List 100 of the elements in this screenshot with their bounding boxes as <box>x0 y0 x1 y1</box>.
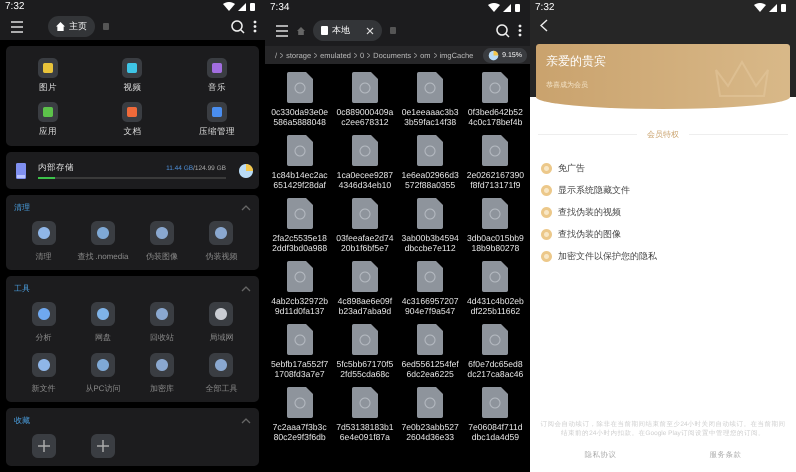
more-icon[interactable] <box>518 24 522 37</box>
status-icons <box>488 2 522 12</box>
file-item[interactable]: 03feeafae2d7420b1f6bf5e7 <box>332 198 398 254</box>
file-item[interactable]: 1c84b14ec2ac651429f28daf <box>267 135 332 191</box>
unknown-file-icon <box>417 261 444 292</box>
file-item[interactable]: 1e6ea02966d3572f88a0355 <box>398 135 463 191</box>
local-tab[interactable]: 本地 <box>313 20 382 41</box>
file-item[interactable]: 4c898ae6e09fb23ad7aba9d <box>332 261 398 317</box>
category-icon <box>206 58 227 78</box>
tool-item[interactable]: 分析 <box>32 302 56 343</box>
tool-icon <box>90 353 115 377</box>
category-item[interactable]: 应用 <box>6 102 90 138</box>
file-item[interactable]: 4ab2cb32972b9d11d0fa137 <box>267 261 332 317</box>
file-item[interactable]: 0e1eeaaac3b33b59fac14f38 <box>398 72 463 128</box>
search-icon[interactable] <box>496 24 510 38</box>
tool-item[interactable]: 查找 .nomedia <box>77 221 128 262</box>
file-item[interactable]: 7e0b23abb5272604d36e33 <box>398 387 463 443</box>
tool-icon <box>32 302 56 326</box>
menu-icon[interactable] <box>10 20 24 33</box>
tool-item[interactable]: 伪装图像 <box>146 221 178 262</box>
category-item[interactable]: 文档 <box>90 102 175 138</box>
file-item[interactable]: 3ab00b3b4594dbccbe7e112 <box>398 198 463 254</box>
tool-item[interactable]: 回收站 <box>150 302 174 343</box>
tool-item[interactable]: 清理 <box>32 221 56 262</box>
section-title: 收藏 <box>14 415 30 426</box>
storage-icon <box>321 26 328 35</box>
home-icon[interactable] <box>297 26 305 34</box>
tool-item[interactable]: 新文件 <box>32 353 56 394</box>
file-item[interactable]: 5fc5bb67170f52fd55cda68c <box>332 324 398 380</box>
file-item[interactable]: 5ebfb17a552f71708fd3a7e7 <box>267 324 332 380</box>
unknown-file-icon <box>352 324 378 355</box>
tool-icon <box>150 353 174 377</box>
category-icon <box>38 102 58 122</box>
category-item[interactable]: 视频 <box>90 58 175 94</box>
tool-icon <box>32 221 56 245</box>
file-item[interactable]: 7e06084f711ddbc1da4d59 <box>462 387 528 443</box>
collapse-icon[interactable] <box>241 286 251 292</box>
tool-item[interactable]: 网盘 <box>90 302 115 343</box>
file-item[interactable]: 2fa2c5535e182ddf3bd0a988 <box>267 198 332 254</box>
tool-item[interactable]: 加密库 <box>150 353 174 394</box>
back-icon[interactable] <box>540 19 548 32</box>
unknown-file-icon <box>482 387 508 418</box>
file-item[interactable]: 4c3166957207904e7f9a547 <box>398 261 463 317</box>
tool-item[interactable]: 伪装视频 <box>205 221 238 262</box>
status-time: 7:34 <box>270 2 290 13</box>
chevron-icon <box>434 52 437 58</box>
unknown-file-icon <box>482 324 508 355</box>
collapse-icon[interactable] <box>241 204 251 210</box>
file-item[interactable]: 6f0e7dc65ed8dc217ca8ac46 <box>462 324 528 380</box>
unknown-file-icon <box>417 72 444 103</box>
unknown-file-icon <box>482 198 508 229</box>
unknown-file-icon <box>286 72 313 103</box>
file-item[interactable]: 0f3bed642b524c0c178bef4b <box>462 72 528 128</box>
status-time: 7:32 <box>535 2 554 13</box>
tool-icon <box>90 221 115 245</box>
tool-item[interactable]: 局域网 <box>209 302 234 343</box>
search-icon[interactable] <box>231 20 245 34</box>
collapse-icon[interactable] <box>241 418 251 424</box>
tool-icon <box>150 221 174 245</box>
unknown-file-icon <box>417 135 444 166</box>
file-item[interactable]: 4d431c4b02ebdf225b11662 <box>462 261 528 317</box>
unknown-file-icon <box>286 261 313 292</box>
check-badge-icon <box>541 207 552 218</box>
unknown-file-icon <box>352 72 378 103</box>
tool-item[interactable]: 全部工具 <box>205 353 238 394</box>
category-item[interactable]: 图片 <box>6 58 90 94</box>
unknown-file-icon <box>352 135 378 166</box>
vip-title: 亲爱的贵宾 <box>546 53 607 70</box>
file-item[interactable]: 3db0ac015bb918b9b80278 <box>462 198 528 254</box>
file-item[interactable]: 7c2aaa7f3b3c80c2e9f3f6db <box>267 387 332 443</box>
tool-icon <box>32 353 56 377</box>
menu-icon[interactable] <box>275 24 289 36</box>
file-item[interactable]: 0c330da93e0e586a5888048 <box>267 72 332 128</box>
tool-icon <box>209 221 234 245</box>
more-icon[interactable] <box>253 20 257 34</box>
category-item[interactable]: 压缩管理 <box>174 102 259 138</box>
tool-icon <box>209 302 234 326</box>
file-item[interactable]: 1ca0ecee92874346d34eb10 <box>332 135 398 191</box>
chevron-icon <box>354 52 357 58</box>
file-item[interactable]: 2e0262167390f8fd713171f9 <box>462 135 528 191</box>
category-item[interactable]: 音乐 <box>174 58 259 94</box>
pie-chart-icon[interactable] <box>238 162 254 178</box>
unknown-file-icon <box>286 387 313 418</box>
tool-item[interactable]: 从PC访问 <box>85 353 120 394</box>
chevron-icon <box>280 52 284 58</box>
status-icons <box>223 2 257 12</box>
file-item[interactable]: 6ed5561254fef6dc2ea6225 <box>398 324 463 380</box>
chevron-icon <box>314 52 318 58</box>
unknown-file-icon <box>352 198 378 229</box>
close-icon[interactable] <box>366 26 374 34</box>
file-item[interactable]: 0c889000409ac2ee678312 <box>332 72 398 128</box>
add-icon[interactable] <box>90 434 115 458</box>
category-icon <box>122 58 142 78</box>
category-icon <box>206 102 227 122</box>
unknown-file-icon <box>417 324 444 355</box>
file-item[interactable]: 7d53138183b16e4e091f87a <box>332 387 398 443</box>
unknown-file-icon <box>482 261 508 292</box>
add-icon[interactable] <box>32 434 56 458</box>
check-badge-icon <box>541 185 552 196</box>
home-tab[interactable]: 主页 <box>48 16 95 38</box>
